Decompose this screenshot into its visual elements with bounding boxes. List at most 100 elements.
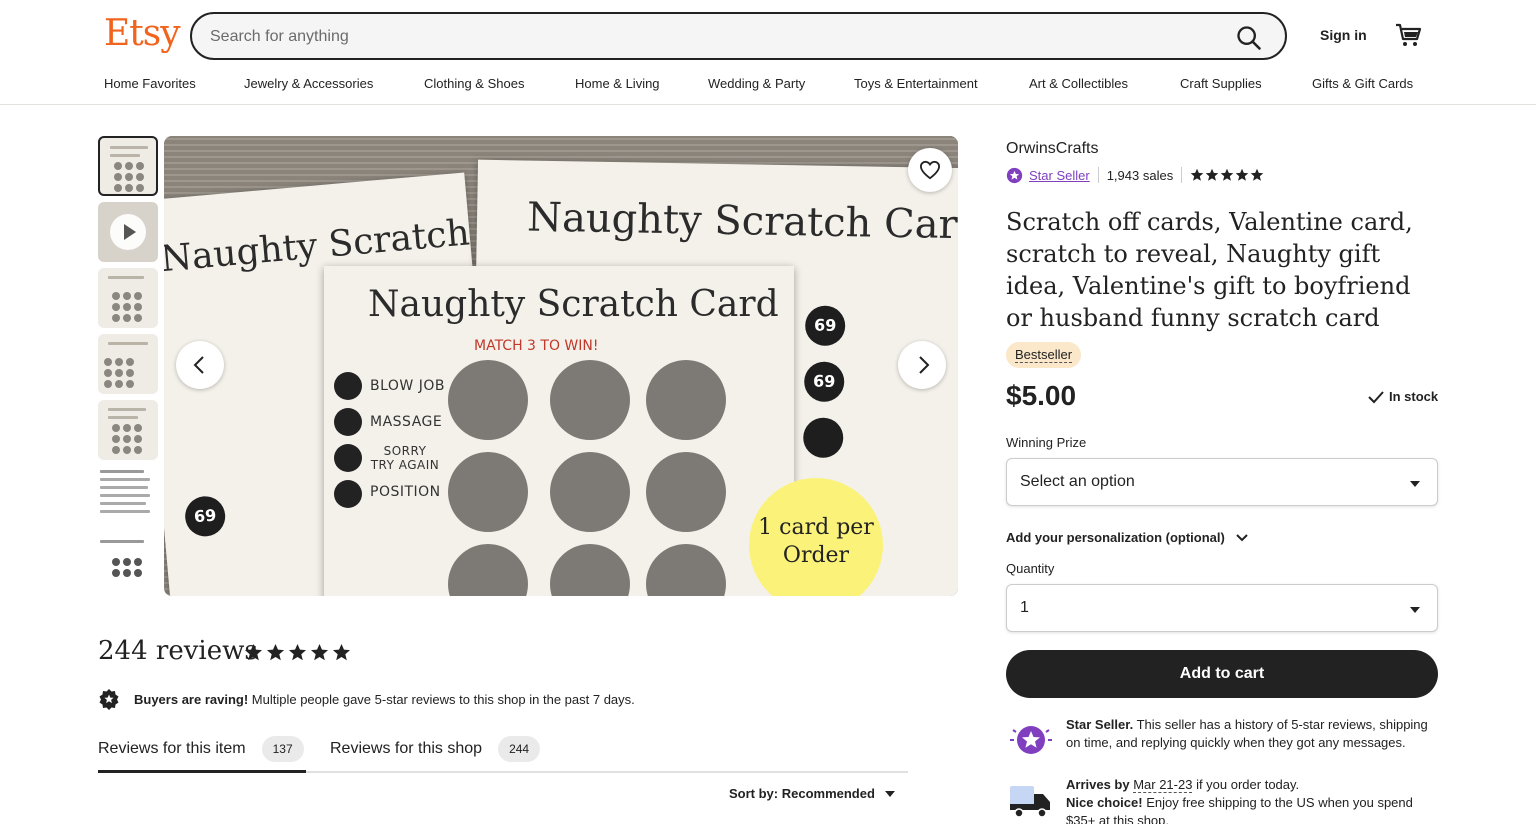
star-seller-info: Star Seller. This seller has a history o… — [1066, 716, 1438, 752]
caret-down-icon — [884, 790, 895, 797]
star-seller-icon — [1010, 726, 1052, 754]
image-bottle-icon — [802, 417, 844, 459]
nav-item-home-favorites[interactable]: Home Favorites — [104, 76, 196, 91]
star-icon — [1250, 168, 1264, 181]
scratch-circle — [448, 360, 528, 440]
arrives-prefix: Arrives by — [1066, 777, 1134, 792]
listing-price: $5.00 — [1006, 380, 1077, 411]
checkmark-icon — [1368, 390, 1384, 403]
image-card-title-front: Naughty Scratch Card — [368, 284, 779, 325]
sort-label: Sort by: Recommended — [729, 786, 875, 801]
scratch-circle — [550, 360, 630, 440]
image-card-title-right: Naughty Scratch Card — [526, 194, 958, 249]
gallery-thumbnail-5[interactable] — [98, 400, 158, 460]
chevron-down-icon — [1236, 533, 1248, 541]
sign-in-link[interactable]: Sign in — [1320, 27, 1367, 43]
image-badge-69: 69 — [183, 494, 227, 539]
image-prize-2: MASSAGE — [370, 414, 443, 430]
nav-item-art[interactable]: Art & Collectibles — [1029, 76, 1128, 91]
scratch-circle — [550, 452, 630, 532]
nav-item-gifts[interactable]: Gifts & Gift Cards — [1312, 76, 1413, 91]
star-icon — [1220, 168, 1234, 181]
personalization-toggle[interactable]: Add your personalization (optional) — [1006, 530, 1249, 545]
image-prize-3: SORRY TRY AGAIN — [370, 444, 440, 472]
main-product-image[interactable]: Naughty Scratch Card 69 Naughty Scratch … — [164, 136, 958, 596]
star-icon — [244, 643, 263, 661]
add-to-cart-button[interactable]: Add to cart — [1006, 650, 1438, 698]
chevron-left-icon — [193, 356, 204, 374]
image-match-text: MATCH 3 TO WIN! — [474, 338, 599, 354]
nice-choice-title: Nice choice! — [1066, 795, 1143, 810]
site-header: Etsy Sign in Home Favorites Jewelry & Ac… — [0, 0, 1536, 105]
image-prize-1: BLOW JOB — [370, 378, 445, 394]
tab-reviews-item[interactable]: Reviews for this item 137 — [98, 736, 304, 762]
cart-icon[interactable] — [1394, 22, 1422, 48]
search-input[interactable] — [210, 24, 1210, 50]
gallery-thumbnail-7[interactable] — [98, 532, 158, 592]
nav-item-craft[interactable]: Craft Supplies — [1180, 76, 1262, 91]
shop-rating-stars[interactable] — [1190, 168, 1264, 182]
next-image-button[interactable] — [898, 341, 946, 389]
raving-text: Multiple people gave 5-star reviews to t… — [248, 691, 635, 707]
tab-reviews-item-count: 137 — [261, 736, 304, 762]
personalization-label: Add your personalization (optional) — [1006, 530, 1225, 545]
shop-name-link[interactable]: OrwinsCrafts — [1006, 140, 1098, 158]
prev-image-button[interactable] — [176, 341, 224, 389]
scratch-circle — [550, 544, 630, 596]
star-seller-link[interactable]: Star Seller — [1029, 168, 1090, 183]
tab-active-indicator — [98, 770, 306, 773]
sales-count: 1,943 sales — [1106, 167, 1174, 183]
arrives-suffix: if you order today. — [1192, 777, 1300, 792]
gallery-thumbnail-4[interactable] — [98, 334, 158, 394]
nav-item-wedding[interactable]: Wedding & Party — [708, 76, 805, 91]
nav-item-jewelry[interactable]: Jewelry & Accessories — [244, 76, 373, 91]
chevron-right-icon — [919, 356, 930, 374]
star-icon — [266, 643, 285, 661]
star-icon — [288, 643, 307, 661]
play-icon — [110, 214, 146, 250]
etsy-logo[interactable]: Etsy — [104, 13, 181, 54]
image-badge-69-right-2: 69 — [803, 361, 845, 403]
search-icon[interactable] — [1235, 24, 1263, 52]
scratch-circle — [448, 544, 528, 596]
gallery-thumbnail-6[interactable] — [98, 466, 158, 526]
gallery-thumbnail-1[interactable] — [98, 136, 158, 196]
buyers-raving-banner: Buyers are raving! Multiple people gave … — [98, 688, 635, 710]
raving-badge-icon — [99, 689, 119, 710]
seller-info-row: Star Seller 1,943 sales — [1006, 166, 1264, 184]
arrives-date[interactable]: Mar 21-23 — [1133, 777, 1193, 793]
favorite-button[interactable] — [908, 148, 952, 192]
tab-reviews-shop-count: 244 — [498, 736, 541, 762]
reviews-heading: 244 reviews — [98, 636, 258, 666]
image-prize-4: POSITION — [370, 484, 441, 500]
stock-status: In stock — [1368, 389, 1438, 404]
scratch-circle — [646, 452, 726, 532]
star-icon — [1235, 168, 1249, 181]
winning-prize-label: Winning Prize — [1006, 435, 1087, 450]
star-icon — [1190, 168, 1204, 181]
raving-title: Buyers are raving! — [134, 691, 249, 707]
winning-prize-select[interactable]: Select an option — [1006, 458, 1438, 506]
star-icon — [1205, 168, 1219, 181]
quantity-label: Quantity — [1006, 561, 1055, 576]
search-bar — [190, 12, 1287, 60]
star-icon — [332, 643, 351, 661]
gallery-thumbnail-3[interactable] — [98, 268, 158, 328]
tab-reviews-item-label: Reviews for this item — [98, 740, 246, 757]
listing-title: Scratch off cards, Valentine card, scrat… — [1006, 208, 1413, 332]
scratch-circle — [646, 544, 726, 596]
nav-item-home-living[interactable]: Home & Living — [575, 76, 660, 91]
image-sticker-text: 1 card per Order — [758, 515, 874, 568]
star-seller-badge-icon — [1006, 167, 1023, 183]
quantity-select[interactable]: 1 — [1006, 584, 1438, 632]
nav-item-toys[interactable]: Toys & Entertainment — [854, 76, 978, 91]
quantity-value: 1 — [1020, 599, 1029, 616]
sort-dropdown[interactable]: Sort by: Recommended — [729, 786, 895, 801]
gallery-thumbnail-video[interactable] — [98, 202, 158, 262]
tab-reviews-shop[interactable]: Reviews for this shop 244 — [330, 736, 541, 762]
bestseller-badge[interactable]: Bestseller — [1006, 342, 1082, 368]
nav-item-clothing[interactable]: Clothing & Shoes — [424, 76, 524, 91]
image-badge-69-right-1: 69 — [804, 305, 846, 347]
chevron-down-icon — [1410, 607, 1420, 613]
heart-icon — [919, 160, 941, 180]
